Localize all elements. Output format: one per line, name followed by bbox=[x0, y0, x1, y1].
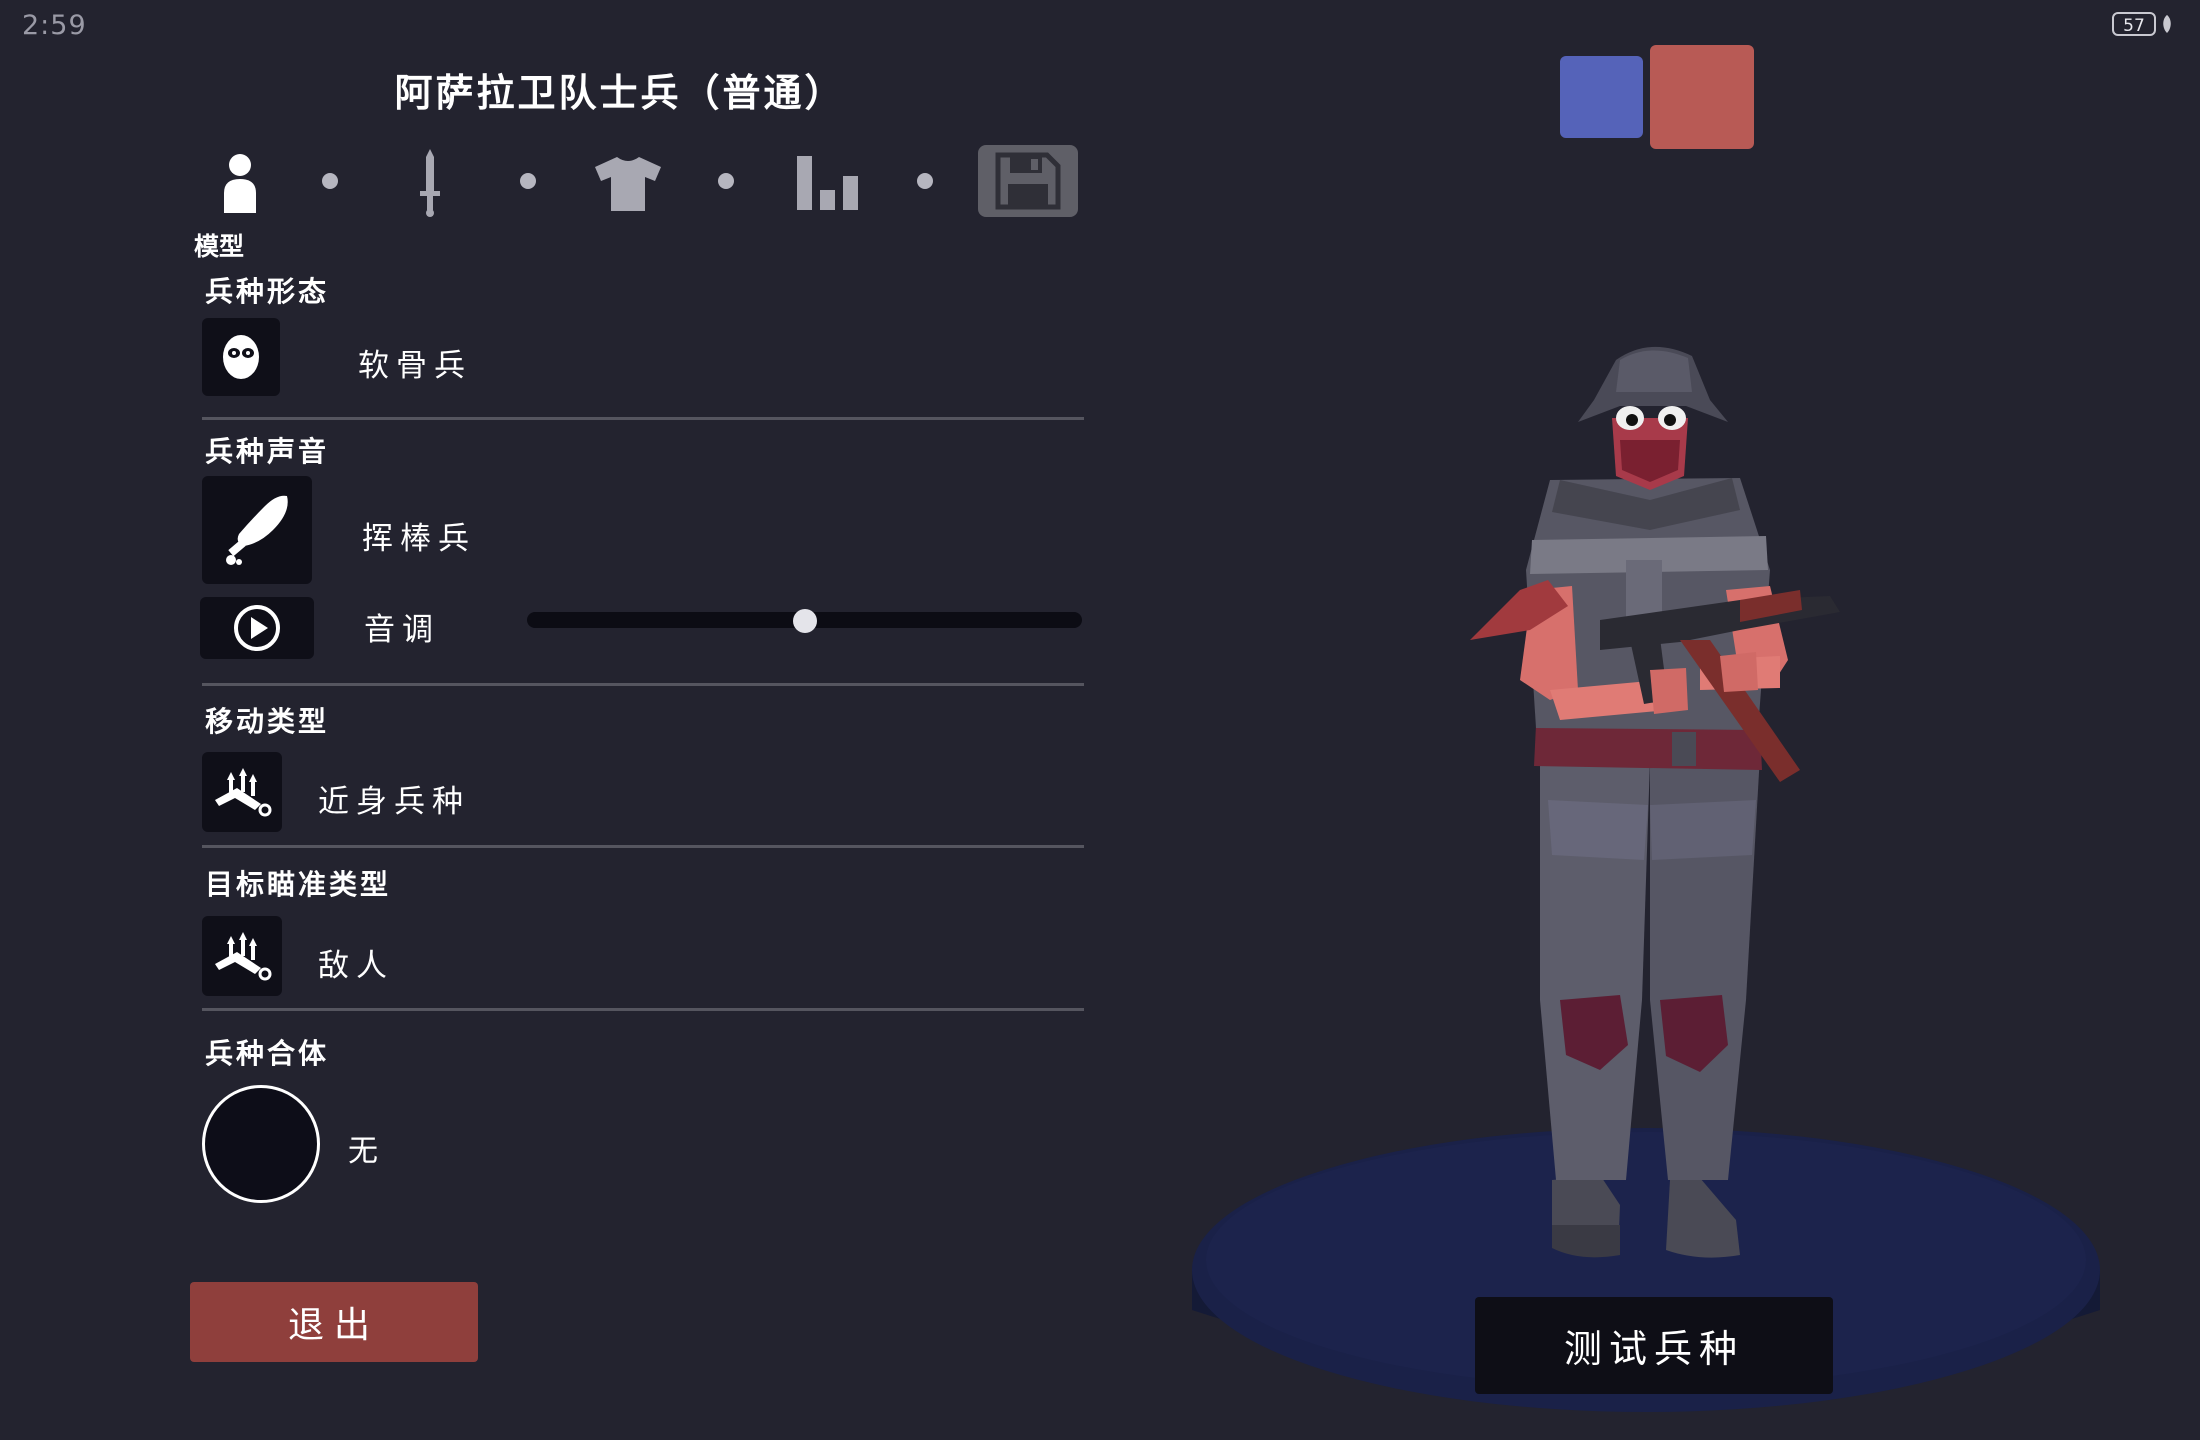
movement-icon-button[interactable] bbox=[202, 752, 282, 832]
sword-icon bbox=[420, 148, 440, 217]
step-model[interactable] bbox=[190, 145, 290, 220]
pitch-slider-knob[interactable] bbox=[792, 609, 817, 633]
divider bbox=[202, 417, 1084, 420]
exit-button[interactable]: 退出 bbox=[190, 1282, 478, 1362]
unit-editor-screen: 2:59 57 阿萨拉卫队士兵（普通） 模型 兵种形态 软骨兵 兵种声音 挥棒兵… bbox=[0, 0, 2200, 1440]
movement-value: 近身兵种 bbox=[318, 784, 470, 820]
merge-value: 无 bbox=[348, 1134, 385, 1169]
save-icon bbox=[995, 152, 1061, 210]
battery-indicator: 57 bbox=[2112, 12, 2156, 36]
person-icon bbox=[224, 153, 256, 213]
voice-value: 挥棒兵 bbox=[362, 521, 476, 557]
step-separator bbox=[718, 173, 734, 189]
step-stats[interactable] bbox=[778, 145, 878, 220]
leaf-icon bbox=[2163, 15, 2171, 33]
step-save[interactable] bbox=[978, 145, 1078, 217]
play-icon bbox=[234, 605, 280, 651]
shirt-icon bbox=[595, 156, 661, 211]
unit-preview[interactable] bbox=[1180, 300, 2120, 1440]
editor-steps: 模型 bbox=[190, 145, 1090, 265]
skull-face-icon bbox=[223, 335, 259, 379]
voice-icon-button[interactable] bbox=[202, 476, 312, 584]
team-red-button[interactable] bbox=[1650, 45, 1754, 149]
step-separator bbox=[520, 173, 536, 189]
form-section-label: 兵种形态 bbox=[205, 275, 330, 308]
soldier-model bbox=[1470, 346, 1840, 1258]
form-icon-button[interactable] bbox=[202, 318, 280, 396]
melee-figures-icon bbox=[215, 932, 272, 981]
step-weapons[interactable] bbox=[380, 145, 480, 220]
targeting-value: 敌人 bbox=[318, 948, 394, 984]
step-clothing[interactable] bbox=[578, 145, 678, 220]
movement-section-label: 移动类型 bbox=[205, 705, 330, 738]
targeting-section-label: 目标瞄准类型 bbox=[205, 868, 392, 901]
merge-section-label: 兵种合体 bbox=[205, 1037, 330, 1070]
test-unit-button[interactable]: 测试兵种 bbox=[1475, 1297, 1833, 1394]
stats-icon bbox=[797, 155, 858, 210]
club-icon bbox=[226, 495, 288, 565]
pitch-label: 音调 bbox=[364, 612, 440, 648]
team-blue-button[interactable] bbox=[1560, 56, 1643, 138]
step-separator bbox=[322, 173, 338, 189]
divider bbox=[202, 1008, 1084, 1011]
form-value: 软骨兵 bbox=[358, 348, 472, 384]
targeting-icon-button[interactable] bbox=[202, 916, 282, 996]
divider bbox=[202, 845, 1084, 848]
step-model-label: 模型 bbox=[194, 232, 245, 261]
unit-title: 阿萨拉卫队士兵（普通） bbox=[394, 71, 846, 115]
merge-slot-button[interactable] bbox=[202, 1085, 320, 1203]
status-time: 2:59 bbox=[22, 10, 87, 41]
play-voice-button[interactable] bbox=[200, 597, 314, 659]
step-separator bbox=[917, 173, 933, 189]
divider bbox=[202, 683, 1084, 686]
voice-section-label: 兵种声音 bbox=[205, 435, 330, 468]
melee-figures-icon bbox=[215, 768, 272, 817]
